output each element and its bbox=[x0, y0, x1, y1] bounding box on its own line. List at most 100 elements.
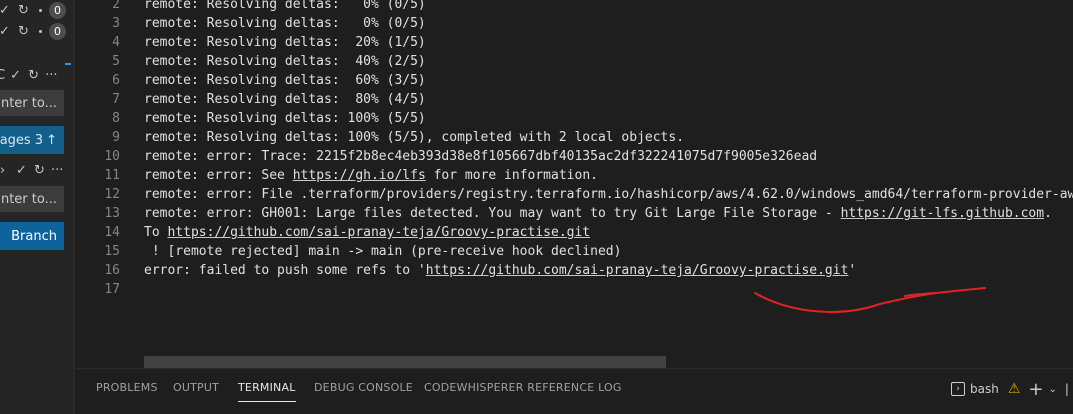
line-number: 8 bbox=[112, 111, 120, 126]
tab-codewhisperer-reference-log[interactable]: CODEWHISPERER REFERENCE LOG bbox=[424, 381, 622, 403]
sidebar-repo-row-1[interactable]: ✓ ↻ 0 bbox=[0, 0, 66, 20]
line-number: 5 bbox=[112, 54, 120, 69]
terminal-line: 17 bbox=[76, 280, 144, 299]
terminal-line: 16 error: failed to push some refs to 'ht… bbox=[76, 261, 856, 280]
repo-name-fragment: C bbox=[0, 68, 5, 83]
line-text: remote: Resolving deltas: 20% (1/5) bbox=[144, 35, 426, 50]
sidebar-repo-row-2[interactable]: ✓ ↻ 0 bbox=[0, 21, 66, 41]
sidebar-repo-header[interactable]: C ✓ ↻ ··· bbox=[0, 65, 57, 85]
terminal-line: 11 remote: error: See https://gh.io/lfs f… bbox=[76, 166, 598, 185]
sidebar-repo-header-2[interactable]: › ✓ ↻ ··· bbox=[0, 160, 63, 180]
line-number: 7 bbox=[112, 92, 120, 107]
warning-icon[interactable]: ⚠ bbox=[1008, 381, 1021, 397]
publish-branch-button[interactable]: Branch bbox=[0, 222, 64, 250]
changes-count-badge: 0 bbox=[49, 22, 66, 40]
line-number: 15 bbox=[104, 244, 120, 259]
refresh-icon[interactable]: ↻ bbox=[17, 3, 30, 18]
line-text: remote: error: Trace: 2215f2b8ec4eb393d3… bbox=[144, 149, 818, 164]
more-icon[interactable]: | bbox=[1065, 382, 1070, 396]
tab-output[interactable]: OUTPUT bbox=[173, 381, 219, 403]
terminal-output[interactable]: 2 remote: Resolving deltas: 0% (0/5) 3 remo… bbox=[76, 0, 1073, 368]
chevron-right-icon: › bbox=[0, 162, 6, 178]
changes-count-badge: 0 bbox=[49, 1, 66, 19]
line-text: remote: Resolving deltas: 100% (5/5), co… bbox=[144, 130, 685, 145]
line-number: 10 bbox=[104, 149, 120, 164]
tab-debug-console[interactable]: DEBUG CONSOLE bbox=[314, 381, 413, 403]
line-text-prefix: error: failed to push some refs to ' bbox=[144, 263, 426, 278]
terminal-controls: › bash ⚠ + ⌄ | bbox=[951, 378, 1070, 400]
source-control-sidebar: ✓ ↻ 0 ✓ ↻ 0 C ✓ ↻ ··· Enter to... ages 3… bbox=[0, 0, 75, 414]
line-number: 17 bbox=[104, 282, 120, 297]
tab-problems[interactable]: PROBLEMS bbox=[96, 381, 158, 403]
terminal-icon[interactable]: › bbox=[951, 382, 965, 396]
tab-terminal[interactable]: TERMINAL bbox=[238, 381, 296, 403]
active-indicator bbox=[65, 63, 71, 65]
shell-selector[interactable]: bash bbox=[970, 382, 999, 396]
line-text-suffix: for more information. bbox=[425, 168, 598, 183]
terminal-line: 6 remote: Resolving deltas: 60% (3/5) bbox=[76, 71, 426, 90]
sync-changes-button[interactable]: ages 3 ↑ bbox=[0, 126, 64, 154]
line-number: 3 bbox=[112, 16, 120, 31]
line-number: 12 bbox=[104, 187, 120, 202]
line-text: remote: error: File .terraform/providers… bbox=[144, 187, 1073, 202]
line-text-suffix: . bbox=[1044, 206, 1052, 221]
line-text: remote: Resolving deltas: 0% (0/5) bbox=[144, 0, 426, 12]
terminal-line: 15 ! [remote rejected] main -> main (pre… bbox=[76, 242, 621, 261]
line-text: ! [remote rejected] main -> main (pre-re… bbox=[144, 244, 622, 259]
terminal-line: 9 remote: Resolving deltas: 100% (5/5), c… bbox=[76, 128, 684, 147]
active-tab-underline bbox=[238, 401, 296, 402]
terminal-line: 10 remote: error: Trace: 2215f2b8ec4eb393… bbox=[76, 147, 817, 166]
chevron-down-icon[interactable]: ⌄ bbox=[1048, 384, 1056, 395]
terminal-link[interactable]: https://gh.io/lfs bbox=[293, 168, 426, 183]
check-icon[interactable]: ✓ bbox=[0, 24, 11, 39]
terminal-line: 7 remote: Resolving deltas: 80% (4/5) bbox=[76, 90, 426, 109]
line-text: remote: Resolving deltas: 0% (0/5) bbox=[144, 16, 426, 31]
more-actions-icon[interactable]: ··· bbox=[45, 68, 57, 83]
line-text-prefix: remote: error: See bbox=[144, 168, 293, 183]
refresh-icon[interactable]: ↻ bbox=[17, 24, 30, 39]
terminal-link[interactable]: https://git-lfs.github.com bbox=[841, 206, 1045, 221]
horizontal-scrollbar[interactable] bbox=[144, 356, 666, 368]
check-icon[interactable]: ✓ bbox=[9, 68, 22, 83]
terminal-line: 4 remote: Resolving deltas: 20% (1/5) bbox=[76, 33, 426, 52]
line-text: remote: Resolving deltas: 100% (5/5) bbox=[144, 111, 426, 126]
commit-message-input-2[interactable]: Enter to... bbox=[0, 186, 64, 212]
more-actions-icon[interactable]: ··· bbox=[51, 163, 63, 178]
line-number: 11 bbox=[104, 168, 120, 183]
refresh-icon[interactable]: ↻ bbox=[27, 68, 40, 83]
terminal-line: 2 remote: Resolving deltas: 0% (0/5) bbox=[76, 0, 426, 14]
line-text-suffix: ' bbox=[848, 263, 857, 278]
line-number: 13 bbox=[104, 206, 120, 221]
terminal-line: 3 remote: Resolving deltas: 0% (0/5) bbox=[76, 14, 426, 33]
terminal-link[interactable]: https://github.com/sai-pranay-teja/Groov… bbox=[167, 225, 590, 240]
arrow-up-icon: ↑ bbox=[46, 132, 57, 148]
terminal-line: 14 To https://github.com/sai-pranay-teja/… bbox=[76, 223, 590, 242]
commit-message-input[interactable]: Enter to... bbox=[0, 90, 64, 116]
more-dot-icon bbox=[39, 29, 42, 33]
line-number: 14 bbox=[104, 225, 120, 240]
check-icon[interactable]: ✓ bbox=[15, 163, 28, 178]
line-text: remote: error: GH001: Large files detect… bbox=[144, 206, 1052, 221]
terminal-line: 13 remote: error: GH001: Large files dete… bbox=[76, 204, 1052, 223]
add-terminal-icon[interactable]: + bbox=[1028, 379, 1043, 400]
line-number: 2 bbox=[112, 0, 120, 12]
line-text: remote: Resolving deltas: 60% (3/5) bbox=[144, 73, 426, 88]
line-text: error: failed to push some refs to 'http… bbox=[144, 263, 856, 278]
terminal-link[interactable]: https://github.com/sai-pranay-teja/Groov… bbox=[426, 263, 849, 278]
line-text-prefix: To bbox=[144, 225, 168, 240]
line-text: To https://github.com/sai-pranay-teja/Gr… bbox=[144, 225, 590, 240]
check-icon[interactable]: ✓ bbox=[0, 3, 11, 18]
line-number: 9 bbox=[112, 130, 120, 145]
sync-changes-label: ages 3 bbox=[0, 132, 44, 148]
refresh-icon[interactable]: ↻ bbox=[33, 163, 46, 178]
terminal-line: 5 remote: Resolving deltas: 40% (2/5) bbox=[76, 52, 426, 71]
terminal-line: 12 remote: error: File .terraform/provide… bbox=[76, 185, 1073, 204]
line-number: 4 bbox=[112, 35, 120, 50]
terminal-line: 8 remote: Resolving deltas: 100% (5/5) bbox=[76, 109, 426, 128]
line-text: remote: Resolving deltas: 80% (4/5) bbox=[144, 92, 426, 107]
line-number: 16 bbox=[104, 263, 120, 278]
line-number: 6 bbox=[112, 73, 120, 88]
line-text: remote: Resolving deltas: 40% (2/5) bbox=[144, 54, 426, 69]
line-text: remote: error: See https://gh.io/lfs for… bbox=[144, 168, 598, 183]
line-text-prefix: remote: error: GH001: Large files detect… bbox=[144, 206, 841, 221]
